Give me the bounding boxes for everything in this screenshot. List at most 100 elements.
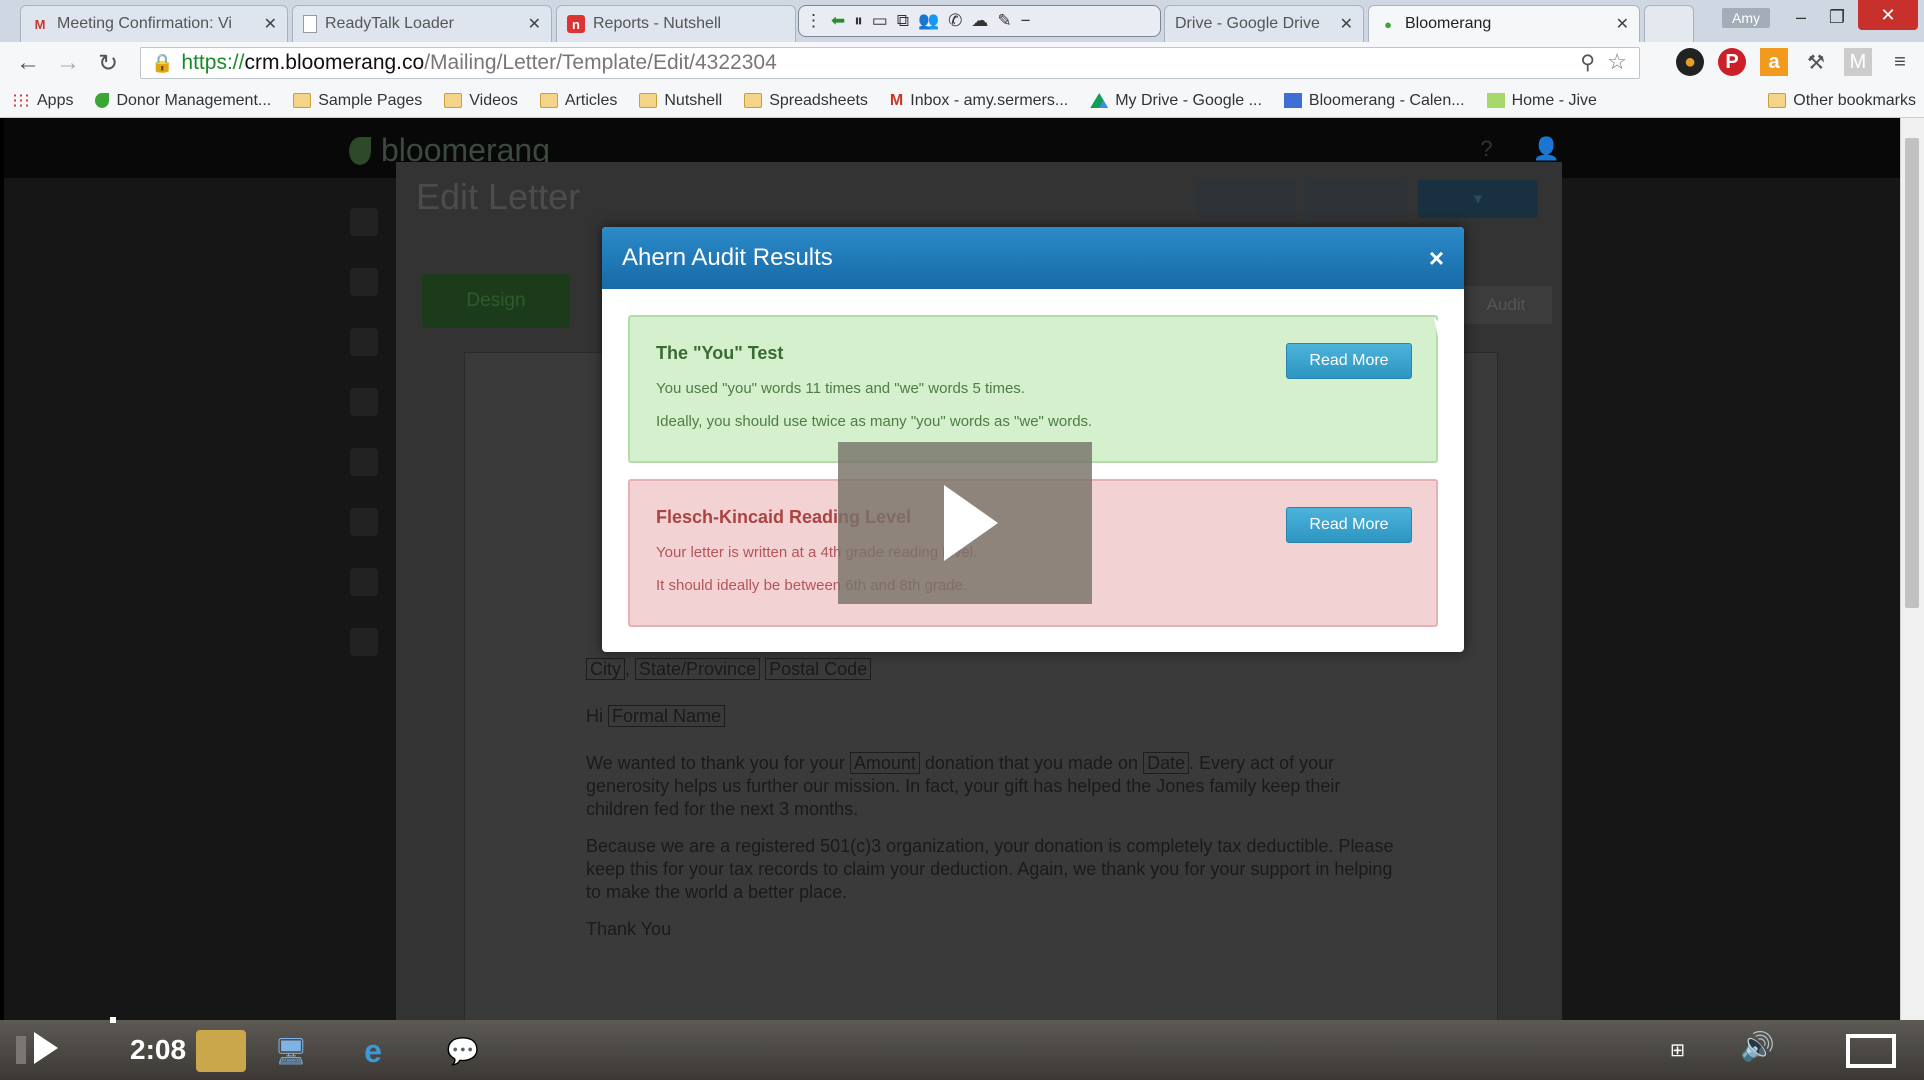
close-tab-icon[interactable]: ✕ xyxy=(1340,14,1353,34)
bookmark-label: Videos xyxy=(469,91,518,109)
modal-header: Ahern Audit Results × xyxy=(602,227,1464,289)
screen-icon[interactable]: ▭ xyxy=(872,11,888,31)
extension-m-icon[interactable]: M xyxy=(1844,48,1872,76)
fullscreen-icon[interactable] xyxy=(1846,1034,1896,1068)
restore-window-icon[interactable]: ❐ xyxy=(1822,4,1852,30)
merge-field-postal: Postal Code xyxy=(765,658,872,680)
tray-icons: ⊞ xyxy=(1670,1040,1686,1060)
design-button[interactable]: Design xyxy=(422,274,570,328)
bookmarks-bar: Apps Donor Management... Sample Pages Vi… xyxy=(0,84,1924,118)
tools-icon[interactable]: ⚒ xyxy=(1802,48,1830,76)
people-icon[interactable]: 👥 xyxy=(918,11,939,31)
tab-label: Bloomerang xyxy=(1405,15,1492,32)
volume-icon[interactable]: 🔊 xyxy=(1740,1030,1775,1063)
closing-line: Thank You xyxy=(586,919,672,939)
bookmark-label: Articles xyxy=(564,91,618,109)
share-icon[interactable] xyxy=(350,508,378,536)
bookmark-label: My Drive - Google ... xyxy=(1115,91,1262,109)
page-scrollbar[interactable] xyxy=(1900,118,1924,1020)
read-more-button[interactable]: Read More xyxy=(1286,343,1412,379)
forward-arrow-icon[interactable]: → xyxy=(48,45,88,81)
arrow-left-icon[interactable]: ⬅ xyxy=(831,11,845,31)
bookmark-nutshell[interactable]: Nutshell xyxy=(639,92,722,110)
side-nav xyxy=(344,208,384,656)
reports-icon[interactable] xyxy=(350,448,378,476)
close-tab-icon[interactable]: ✕ xyxy=(264,14,277,34)
save-dropdown-button[interactable]: ▾ xyxy=(1418,180,1538,218)
screen-share-toolbar: ⋮ ⬅ ⏸ ▭ ⧉ 👥 ✆ ☁ ✎ − xyxy=(798,5,1161,37)
url-path: /Mailing/Letter/Template/Edit/4322304 xyxy=(424,51,777,74)
folder-icon xyxy=(293,93,312,108)
settings-icon[interactable] xyxy=(350,628,378,656)
bookmark-videos[interactable]: Videos xyxy=(444,92,518,110)
bookmark-spreadsheets[interactable]: Spreadsheets xyxy=(744,92,868,110)
bookmark-label: Other bookmarks xyxy=(1793,91,1916,109)
bookmark-donor-management[interactable]: Donor Management... xyxy=(95,92,271,110)
amazon-icon[interactable]: a xyxy=(1760,48,1788,76)
bookmark-inbox[interactable]: M Inbox - amy.sermers... xyxy=(890,92,1068,110)
tab-readytalk[interactable]: ReadyTalk Loader ✕ xyxy=(292,5,552,42)
home-icon[interactable] xyxy=(350,208,378,236)
merge-field-city: City xyxy=(586,658,625,680)
bookmark-bloomerang-calendar[interactable]: Bloomerang - Calen... xyxy=(1283,92,1465,110)
header-button[interactable] xyxy=(1196,180,1296,218)
extension-icons: ● P a ⚒ M ≡ xyxy=(1676,48,1914,76)
chat-bubble-icon: 💬 xyxy=(446,1035,480,1066)
file-explorer-icon xyxy=(196,1030,246,1072)
computer-icon: 🖥 xyxy=(274,1035,308,1066)
user-profile-badge[interactable]: Amy xyxy=(1722,8,1770,28)
close-tab-icon[interactable]: ✕ xyxy=(1616,14,1629,34)
tab-bloomerang[interactable]: ● Bloomerang ✕ xyxy=(1368,5,1640,42)
bookmark-my-drive[interactable]: My Drive - Google ... xyxy=(1090,92,1262,110)
back-arrow-icon[interactable]: ← xyxy=(8,45,48,81)
play-icon[interactable] xyxy=(34,1032,58,1064)
greeting-line: Hi Formal Name xyxy=(586,705,1406,728)
bookmark-other[interactable]: Other bookmarks xyxy=(1768,92,1916,110)
letters-icon[interactable] xyxy=(350,388,378,416)
screen-share-icon[interactable]: ⧉ xyxy=(897,11,909,31)
close-window-icon[interactable]: ✕ xyxy=(1858,0,1918,30)
new-tab-button[interactable] xyxy=(1644,5,1694,42)
bookmark-label: Inbox - amy.sermers... xyxy=(910,91,1069,109)
search-icon[interactable]: ⚲ xyxy=(1580,50,1595,75)
bookmark-sample-pages[interactable]: Sample Pages xyxy=(293,92,422,110)
pinterest-icon[interactable]: P xyxy=(1718,48,1746,76)
constituents-icon[interactable] xyxy=(350,268,378,296)
minimize-toolbar-icon[interactable]: − xyxy=(1021,11,1031,31)
video-progress-marker[interactable] xyxy=(110,1017,116,1023)
tab-label: Reports - Nutshell xyxy=(593,15,722,32)
chat-icon[interactable]: ☁ xyxy=(971,11,988,31)
donations-icon[interactable] xyxy=(350,328,378,356)
close-icon[interactable]: × xyxy=(1429,243,1444,274)
cloud-icon[interactable] xyxy=(350,568,378,596)
bookmark-star-icon[interactable]: ☆ xyxy=(1607,49,1627,75)
close-tab-icon[interactable]: ✕ xyxy=(528,14,541,34)
phone-icon[interactable]: ✆ xyxy=(948,11,962,31)
bookmark-apps[interactable]: Apps xyxy=(12,92,73,110)
tab-meeting-confirmation[interactable]: M Meeting Confirmation: Vi ✕ xyxy=(20,5,288,42)
address-bar[interactable]: 🔒 https://crm.bloomerang.co/Mailing/Lett… xyxy=(140,47,1640,79)
nutshell-icon: n xyxy=(567,15,585,33)
audit-tab[interactable]: Audit xyxy=(1460,286,1552,324)
pause-icon[interactable]: ⏸ xyxy=(854,11,863,31)
minimize-window-icon[interactable]: – xyxy=(1786,4,1816,30)
read-more-button[interactable]: Read More xyxy=(1286,507,1412,543)
tab-nutshell[interactable]: n Reports - Nutshell xyxy=(556,5,796,42)
reload-icon[interactable]: ↻ xyxy=(88,45,128,81)
user-icon[interactable]: 👤 xyxy=(1533,136,1560,162)
help-icon[interactable]: ? xyxy=(1480,136,1492,162)
url-scheme: https:// xyxy=(181,51,245,74)
text-segment: We wanted to thank you for your xyxy=(586,753,845,773)
header-button[interactable] xyxy=(1306,180,1406,218)
scrollbar-thumb[interactable] xyxy=(1905,138,1919,608)
tab-google-drive[interactable]: Drive - Google Drive ✕ xyxy=(1164,5,1364,42)
draw-icon[interactable]: ✎ xyxy=(997,11,1011,31)
bookmark-label: Nutshell xyxy=(664,91,723,109)
text-segment: donation that you made on xyxy=(924,753,1139,773)
bookmark-articles[interactable]: Articles xyxy=(539,91,618,110)
menu-icon[interactable]: ≡ xyxy=(1886,48,1914,76)
extension-circle-icon[interactable]: ● xyxy=(1676,48,1704,76)
video-play-button[interactable] xyxy=(838,442,1092,604)
browser-tabstrip: M Meeting Confirmation: Vi ✕ ReadyTalk L… xyxy=(0,0,1924,42)
bookmark-home-jive[interactable]: Home - Jive xyxy=(1486,92,1597,110)
